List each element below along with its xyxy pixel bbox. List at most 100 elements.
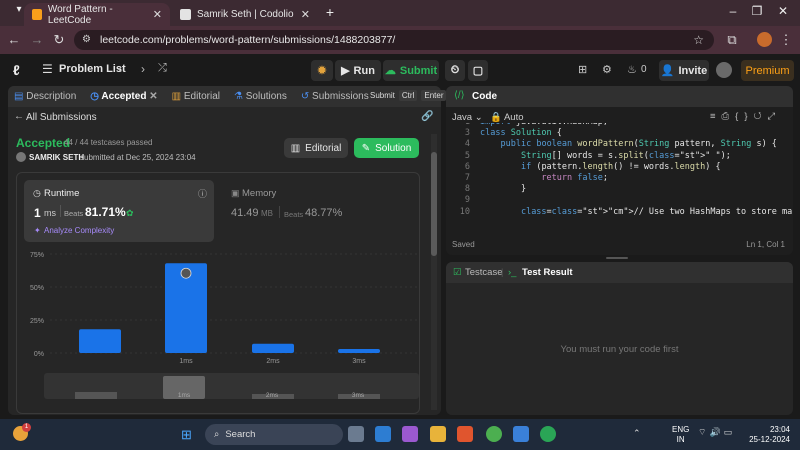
tab-description[interactable]: ▤ Description (14, 91, 76, 102)
code-line[interactable]: 6 if (pattern.length() != words.length) … (446, 162, 721, 173)
braces-icon[interactable]: {} (735, 111, 753, 122)
tab-search-icon[interactable]: ▾ (8, 4, 30, 15)
solution-button[interactable]: ✎ Solution (354, 138, 419, 158)
info-icon[interactable]: ⓘ (198, 187, 207, 200)
close-icon[interactable]: ✕ (149, 91, 157, 102)
tab-editorial[interactable]: ▥ Editorial (172, 91, 220, 102)
problem-list-icon[interactable]: ☰ (42, 62, 53, 76)
tab-test-result[interactable]: Test Result (522, 267, 573, 278)
browser-tab-codolio[interactable]: Samrik Seth | Codolio ✕ (172, 3, 318, 26)
browser-tab-leetcode[interactable]: Word Pattern - LeetCode ✕ (24, 3, 170, 26)
bookmark-icon[interactable]: ⎙ (722, 111, 736, 122)
submit-label: Submit (399, 64, 438, 77)
tab-solutions[interactable]: ⚗ Solutions (234, 91, 287, 102)
code-line[interactable]: 10 class=class="st">"cm">// Use two Hash… (446, 207, 793, 218)
extensions-icon[interactable]: ⧉ (724, 32, 740, 48)
clock[interactable]: 23:04 25-12-2024 (748, 425, 790, 445)
editorial-button[interactable]: ▥ Editorial (284, 138, 348, 158)
tab-submissions[interactable]: ↺ Submissions (301, 91, 369, 102)
layout-grid-icon[interactable]: ⊞ (578, 63, 587, 76)
debug-icon[interactable]: ✹ (311, 60, 333, 81)
copilot-icon[interactable] (402, 426, 418, 442)
reload-icon[interactable]: ↻ (51, 32, 67, 48)
premium-button[interactable]: Premium (741, 60, 794, 81)
run-button[interactable]: ▶ Run (335, 60, 381, 81)
tab-accepted[interactable]: ◷ Accepted ✕ (90, 91, 157, 102)
file-explorer-icon[interactable] (430, 426, 446, 442)
share-link-icon[interactable]: 🔗 (421, 111, 433, 122)
volume-icon: 🔊 (709, 427, 724, 437)
memory-card[interactable]: ▣ Memory 41.49 MB Beats 48.77% (223, 180, 413, 242)
window-close-icon[interactable]: ✕ (772, 4, 794, 18)
bar-0ms[interactable] (79, 329, 121, 353)
memory-label: Memory (242, 188, 277, 199)
new-tab-icon[interactable]: + (319, 4, 341, 20)
testcases-passed: 44 / 44 testcases passed (64, 138, 153, 147)
minimize-icon[interactable]: – (722, 4, 744, 18)
input-language[interactable]: ENG IN (672, 425, 689, 445)
taskbar-search-input[interactable]: ⌕ Search (205, 424, 343, 445)
tab-testcase[interactable]: Testcase (465, 267, 503, 278)
code-line[interactable]: 3 class Solution { (446, 128, 562, 139)
code-line[interactable]: 8 } (446, 184, 526, 195)
panel-resize-handle[interactable] (606, 257, 628, 259)
brave-browser-icon[interactable] (457, 426, 473, 442)
submit-button[interactable]: ☁ Submit (383, 60, 439, 81)
user-avatar[interactable] (716, 62, 732, 78)
chrome-icon[interactable] (486, 426, 502, 442)
all-submissions-link[interactable]: All Submissions (26, 112, 97, 123)
system-tray-icons[interactable]: ⌔🔊▭ (698, 427, 735, 438)
chevron-up-icon[interactable]: ⌃ (633, 428, 641, 439)
shuffle-icon[interactable]: ⤮ (158, 62, 167, 75)
code-line[interactable]: 9 (446, 195, 480, 206)
task-view-icon[interactable] (348, 426, 364, 442)
code-text: class Solution { (480, 128, 562, 139)
code-line[interactable]: 5 String[] words = s.split(class="st">" … (446, 151, 731, 162)
undo-icon[interactable]: ↺ (754, 111, 768, 122)
scrollbar-track[interactable] (431, 134, 437, 410)
expand-icon[interactable]: ⤢ (768, 111, 782, 122)
settings-gear-icon[interactable]: ⚙ (602, 63, 612, 76)
problem-list-link[interactable]: Problem List (59, 63, 126, 75)
run-label: Run (353, 64, 375, 77)
streak-fire-icon[interactable]: ♨ (627, 63, 637, 76)
windows-start-icon[interactable]: ⊞ (181, 427, 192, 443)
scrollbar-thumb[interactable] (431, 152, 437, 256)
runtime-distribution-chart[interactable]: 75% 50% 25% 0% 1ms 2ms 3ms 1ms 2ms 3ms (8, 246, 433, 411)
menu-kebab-icon[interactable]: ⋮ (778, 32, 794, 48)
site-info-icon[interactable]: ⚙ (82, 30, 91, 50)
runtime-card[interactable]: ◷ Runtime ⓘ 1 ms Beats 81.71% ✿ ✦ Analyz… (24, 180, 214, 242)
store-icon[interactable] (513, 426, 529, 442)
overview-tick-label: 3ms (352, 392, 365, 399)
line-number: 6 (464, 161, 470, 172)
next-problem-icon[interactable]: › (141, 62, 145, 76)
close-icon[interactable]: ✕ (153, 8, 162, 21)
language-select[interactable]: Java ⌄ (452, 112, 483, 123)
code-line[interactable]: 4 public boolean wordPattern(String patt… (446, 139, 777, 150)
bookmark-star-icon[interactable]: ☆ (693, 30, 704, 50)
prev-problem-icon[interactable]: ‹ (118, 62, 122, 76)
profile-avatar[interactable] (757, 32, 772, 47)
timer-icon[interactable]: ⏲ (445, 60, 465, 81)
line-number: 8 (464, 184, 470, 195)
close-icon[interactable]: ✕ (301, 8, 310, 21)
submitter-name[interactable]: SAMRIK SETH (29, 153, 84, 162)
back-arrow-icon[interactable]: ← (6, 32, 22, 47)
back-arrow-icon[interactable]: ← (14, 111, 24, 122)
leetcode-logo-icon[interactable]: ℓ (13, 62, 20, 78)
forward-arrow-icon[interactable]: → (29, 32, 45, 47)
url-input[interactable]: ⚙ leetcode.com/problems/word-pattern/sub… (74, 30, 714, 50)
bar-2ms[interactable] (252, 343, 294, 353)
code-editor[interactable]: 1 import java.util.HashMap; 3 class Solutio… (446, 123, 793, 229)
vscode-icon[interactable] (375, 426, 391, 442)
bar-3ms[interactable] (338, 349, 380, 353)
note-icon[interactable]: ▢ (468, 60, 488, 81)
whatsapp-icon[interactable] (540, 426, 556, 442)
auto-mode-toggle[interactable]: 🔒 Auto (490, 112, 524, 123)
code-text: String[] words = s.split(class="st">" " (520, 150, 721, 161)
code-line[interactable]: 7 return false; (446, 173, 608, 184)
analyze-complexity-link[interactable]: Analyze Complexity (44, 226, 114, 235)
invite-button[interactable]: 👤 Invite (659, 60, 709, 81)
maximize-icon[interactable]: ❐ (746, 4, 768, 18)
format-icon[interactable]: ≡ (710, 111, 722, 122)
